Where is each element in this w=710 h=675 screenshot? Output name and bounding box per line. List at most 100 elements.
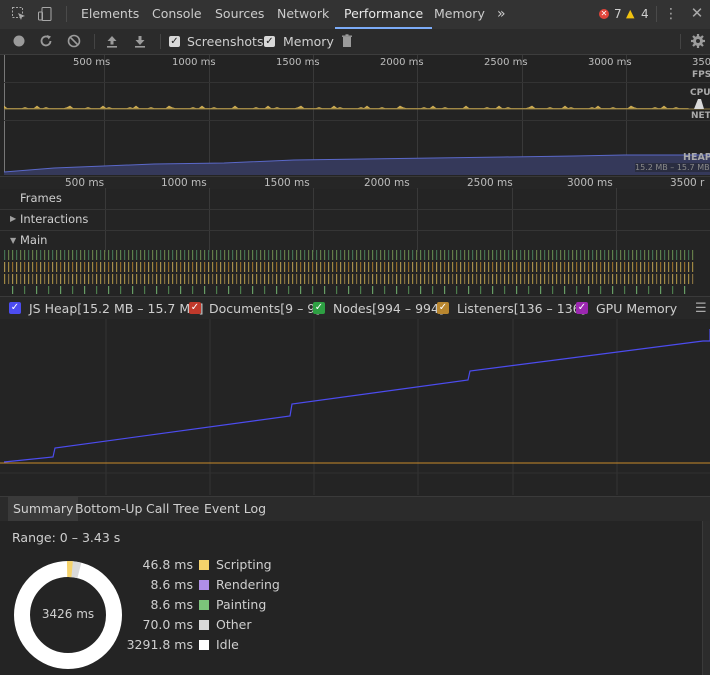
grid-line xyxy=(616,188,617,252)
toolbar-divider xyxy=(94,34,95,49)
screenshots-label[interactable]: Screenshots xyxy=(187,34,263,49)
legend-value: 8.6 ms xyxy=(150,577,193,592)
toolbar-divider xyxy=(160,34,161,49)
tab-summary[interactable]: Summary xyxy=(8,497,79,522)
warning-icon[interactable]: ▲ xyxy=(626,7,634,20)
track-separator xyxy=(0,230,710,231)
warning-count[interactable]: 4 xyxy=(641,7,649,21)
flame-tick: 2500 ms xyxy=(467,177,513,189)
legend-label: Painting xyxy=(216,597,267,612)
nodes-checkbox[interactable]: ✓ xyxy=(313,302,325,314)
screenshots-checkbox[interactable]: ✓ xyxy=(169,36,180,47)
summary-scrollbar[interactable] xyxy=(702,521,710,675)
collapse-triangle-icon[interactable]: ▼ xyxy=(10,236,16,245)
tab-sources[interactable]: Sources xyxy=(215,0,264,28)
documents-label[interactable]: Documents[9 – 9] xyxy=(209,301,320,316)
tab-call-tree[interactable]: Call Tree xyxy=(146,501,199,516)
expand-triangle-icon[interactable]: ▶ xyxy=(10,214,16,223)
trash-icon[interactable] xyxy=(339,33,355,49)
grid-line xyxy=(209,188,210,252)
inspect-element-icon[interactable] xyxy=(10,6,28,27)
fps-separator xyxy=(4,82,710,83)
close-icon[interactable]: ✕ xyxy=(689,5,705,21)
download-icon[interactable] xyxy=(132,33,148,49)
more-tabs-button[interactable]: » xyxy=(497,0,506,28)
cpu-activity-chart xyxy=(4,99,710,110)
legend-swatch xyxy=(199,580,209,590)
hamburger-menu-icon[interactable]: ☰ xyxy=(695,301,707,316)
legend-value: 8.6 ms xyxy=(150,597,193,612)
overview-tick: 2500 ms xyxy=(484,57,528,68)
tab-event-log[interactable]: Event Log xyxy=(204,501,266,516)
summary-panel: Range: 0 – 3.43 s 3426 ms 46.8 ms Scripti… xyxy=(0,521,710,675)
flame-tick: 500 ms xyxy=(65,177,105,189)
overview-tick: 1000 ms xyxy=(172,57,216,68)
cpu-separator xyxy=(4,120,710,121)
range-text: Range: 0 – 3.43 s xyxy=(12,530,121,545)
js-heap-checkbox[interactable]: ✓ xyxy=(9,302,21,314)
flame-tick: 3000 ms xyxy=(567,177,613,189)
flame-tick: 1500 ms xyxy=(264,177,310,189)
legend-value: 46.8 ms xyxy=(142,557,194,572)
performance-toolbar: ✓ Screenshots ✓ Memory xyxy=(0,29,710,55)
listeners-checkbox[interactable]: ✓ xyxy=(437,302,449,314)
tab-memory[interactable]: Memory xyxy=(434,0,485,28)
legend-swatch xyxy=(199,620,209,630)
legend-label: Scripting xyxy=(216,557,272,572)
flame-tick: 1000 ms xyxy=(161,177,207,189)
memory-counters-bar: ✓ JS Heap[15.2 MB – 15.7 MB] ✓ Documents… xyxy=(0,296,710,320)
memory-checkbox[interactable]: ✓ xyxy=(264,36,275,47)
frames-track-label[interactable]: Frames xyxy=(20,191,62,205)
main-thread-flame-chart[interactable] xyxy=(0,250,710,294)
device-toggle-icon[interactable] xyxy=(36,6,54,27)
tab-divider xyxy=(656,6,657,22)
tab-network[interactable]: Network xyxy=(277,0,329,28)
tab-elements[interactable]: Elements xyxy=(81,0,139,28)
clear-icon[interactable] xyxy=(66,33,82,49)
details-tab-bar: Summary Bottom-Up Call Tree Event Log xyxy=(0,496,710,522)
interactions-track-label[interactable]: Interactions xyxy=(20,212,88,226)
heap-usage-chart xyxy=(4,154,710,175)
overview-tick: 3000 ms xyxy=(588,57,632,68)
tab-performance[interactable]: Performance xyxy=(335,0,433,29)
documents-checkbox[interactable]: ✓ xyxy=(189,302,201,314)
flame-tick: 3500 r xyxy=(670,177,705,189)
legend-swatch xyxy=(199,640,209,650)
legend-label: Idle xyxy=(216,637,239,652)
tab-divider xyxy=(66,6,67,22)
heap-label: HEAP xyxy=(683,152,710,163)
gpu-memory-label[interactable]: GPU Memory xyxy=(596,301,677,316)
legend-value: 3291.8 ms xyxy=(126,637,193,652)
tab-bottom-up[interactable]: Bottom-Up xyxy=(75,501,142,516)
legend-label: Rendering xyxy=(216,577,280,592)
heap-range: 15.2 MB – 15.7 MB xyxy=(635,163,710,172)
tab-console[interactable]: Console xyxy=(152,0,202,28)
memory-label[interactable]: Memory xyxy=(283,34,334,49)
summary-legend: 46.8 ms Scripting 8.6 ms Rendering 8.6 ms Pai… xyxy=(0,557,300,657)
error-count[interactable]: 7 xyxy=(614,7,622,21)
flame-chart-section[interactable]: 500 ms 1000 ms 1500 ms 2000 ms 2500 ms 3… xyxy=(0,176,710,294)
grid-line xyxy=(313,188,314,252)
settings-gear-icon[interactable] xyxy=(690,33,706,49)
legend-swatch xyxy=(199,600,209,610)
grid-line xyxy=(417,188,418,252)
grid-line xyxy=(105,188,106,252)
error-icon[interactable]: ✕ xyxy=(599,9,609,19)
nodes-label[interactable]: Nodes[994 – 994] xyxy=(333,301,444,316)
grid-line xyxy=(512,188,513,252)
timeline-overview[interactable]: 500 ms 1000 ms 1500 ms 2000 ms 2500 ms 3… xyxy=(4,55,710,175)
flame-tick: 2000 ms xyxy=(364,177,410,189)
record-button[interactable] xyxy=(11,33,27,49)
kebab-menu-icon[interactable]: ⋮ xyxy=(664,6,678,22)
track-separator xyxy=(0,209,710,210)
main-track-label[interactable]: Main xyxy=(20,233,47,247)
gpu-memory-checkbox[interactable]: ✓ xyxy=(576,302,588,314)
overview-tick: 1500 ms xyxy=(276,57,320,68)
reload-record-icon[interactable] xyxy=(38,33,54,49)
upload-icon[interactable] xyxy=(104,33,120,49)
listeners-label[interactable]: Listeners[136 – 136] xyxy=(457,301,585,316)
memory-counter-graph[interactable] xyxy=(0,319,710,495)
legend-label: Other xyxy=(216,617,252,632)
js-heap-label[interactable]: JS Heap[15.2 MB – 15.7 MB] xyxy=(29,301,204,316)
fps-label: FPS xyxy=(692,70,710,80)
